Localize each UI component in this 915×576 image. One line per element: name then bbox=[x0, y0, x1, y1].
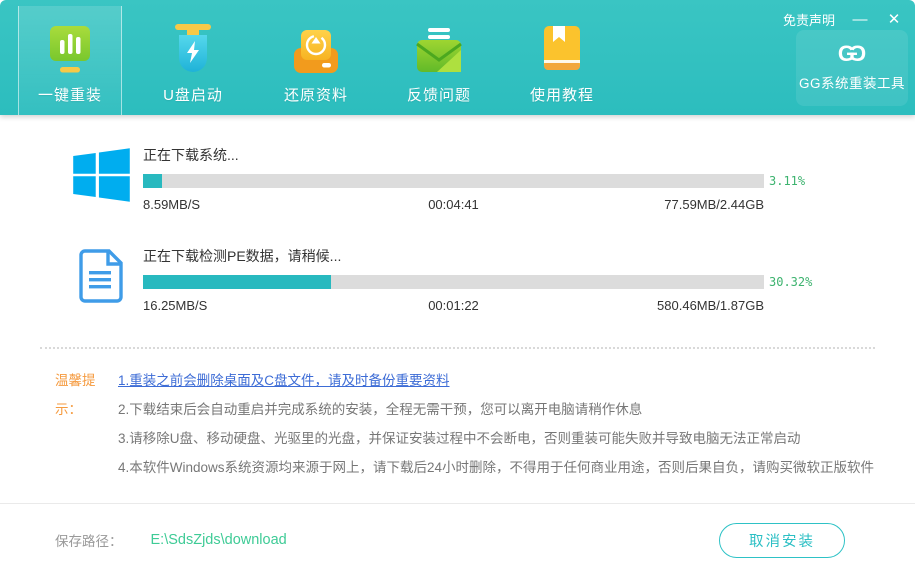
tab-label: 还原资料 bbox=[284, 84, 348, 105]
download-title: 正在下载检测PE数据，请稍候... bbox=[143, 246, 825, 266]
tab-one-key-reinstall[interactable]: 一键重装 bbox=[18, 6, 122, 115]
windows-logo-icon bbox=[73, 148, 130, 202]
progress-bar bbox=[143, 275, 764, 289]
save-path-label: 保存路径： bbox=[55, 530, 123, 550]
download-section-system: 正在下载系统... 3.11% 8.59MB/S 00:04:41 77.59M… bbox=[0, 145, 915, 212]
download-size: 580.46MB/1.87GB bbox=[557, 298, 764, 313]
tip-item-auto-restart: 2.下载结束后会自动重启并完成系统的安装，全程无需干预，您可以离开电脑请稍作休息 bbox=[118, 395, 874, 424]
tips-list: 1.重装之前会删除桌面及C盘文件，请及时备份重要资料 2.下载结束后会自动重启并… bbox=[118, 366, 874, 482]
header: 一键重装 U盘启动 bbox=[0, 0, 915, 115]
main-content: 正在下载系统... 3.11% 8.59MB/S 00:04:41 77.59M… bbox=[0, 115, 915, 503]
brand-panel: GG GG系统重装工具 bbox=[796, 30, 908, 106]
download-stats: 8.59MB/S 00:04:41 77.59MB/2.44GB bbox=[143, 197, 764, 212]
titlebar-controls: 免责声明 — ✕ bbox=[783, 10, 903, 29]
tab-usb-boot[interactable]: U盘启动 bbox=[141, 6, 245, 115]
gg-logo-icon: GG bbox=[838, 44, 866, 64]
download-stats: 16.25MB/S 00:01:22 580.46MB/1.87GB bbox=[143, 298, 764, 313]
progress-bar bbox=[143, 174, 764, 188]
download-size: 77.59MB/2.44GB bbox=[557, 197, 764, 212]
footer-bar: 保存路径： E:\SdsZjds\download 取消安装 bbox=[0, 503, 915, 576]
tips-section: 温馨提示： 1.重装之前会删除桌面及C盘文件，请及时备份重要资料 2.下载结束后… bbox=[0, 349, 915, 482]
download-speed: 8.59MB/S bbox=[143, 197, 350, 212]
tip-item-license: 4.本软件Windows系统资源均来源于网上，请下载后24小时删除，不得用于任何… bbox=[118, 453, 874, 482]
progress-percent: 30.32% bbox=[769, 275, 825, 289]
tab-label: 一键重装 bbox=[38, 84, 102, 105]
progress-fill bbox=[143, 174, 162, 188]
tip-item-remove-usb: 3.请移除U盘、移动硬盘、光驱里的光盘，并保证安装过程中不会断电，否则重装可能失… bbox=[118, 424, 874, 453]
minimize-button[interactable]: — bbox=[851, 12, 869, 27]
tab-tutorial[interactable]: 使用教程 bbox=[510, 6, 614, 115]
main-nav: 一键重装 U盘启动 bbox=[18, 6, 633, 115]
download-time: 00:01:22 bbox=[350, 298, 557, 313]
app-window: 一键重装 U盘启动 bbox=[0, 0, 915, 576]
tip-item-backup-warning: 1.重装之前会删除桌面及C盘文件，请及时备份重要资料 bbox=[118, 366, 874, 395]
book-icon bbox=[541, 16, 583, 74]
tab-label: 反馈问题 bbox=[407, 84, 471, 105]
progress-fill bbox=[143, 275, 331, 289]
tab-feedback[interactable]: 反馈问题 bbox=[387, 6, 491, 115]
close-button[interactable]: ✕ bbox=[885, 12, 903, 27]
download-speed: 16.25MB/S bbox=[143, 298, 350, 313]
usb-icon bbox=[172, 16, 214, 74]
tab-label: U盘启动 bbox=[163, 84, 223, 105]
cancel-install-button[interactable]: 取消安装 bbox=[719, 523, 845, 558]
bar-chart-icon bbox=[47, 16, 93, 74]
disclaimer-link[interactable]: 免责声明 bbox=[783, 10, 835, 29]
restore-box-icon bbox=[293, 16, 339, 74]
download-section-pe: 正在下载检测PE数据，请稍候... 30.32% 16.25MB/S 00:01… bbox=[0, 246, 915, 313]
brand-name: GG系统重装工具 bbox=[799, 72, 905, 92]
download-time: 00:04:41 bbox=[350, 197, 557, 212]
document-icon bbox=[73, 249, 130, 303]
progress-percent: 3.11% bbox=[769, 174, 825, 188]
tips-label: 温馨提示： bbox=[55, 366, 118, 482]
tab-restore-data[interactable]: 还原资料 bbox=[264, 6, 368, 115]
save-path-value: E:\SdsZjds\download bbox=[151, 532, 287, 548]
download-title: 正在下载系统... bbox=[143, 145, 825, 165]
tab-label: 使用教程 bbox=[530, 84, 594, 105]
mail-icon bbox=[415, 16, 463, 74]
